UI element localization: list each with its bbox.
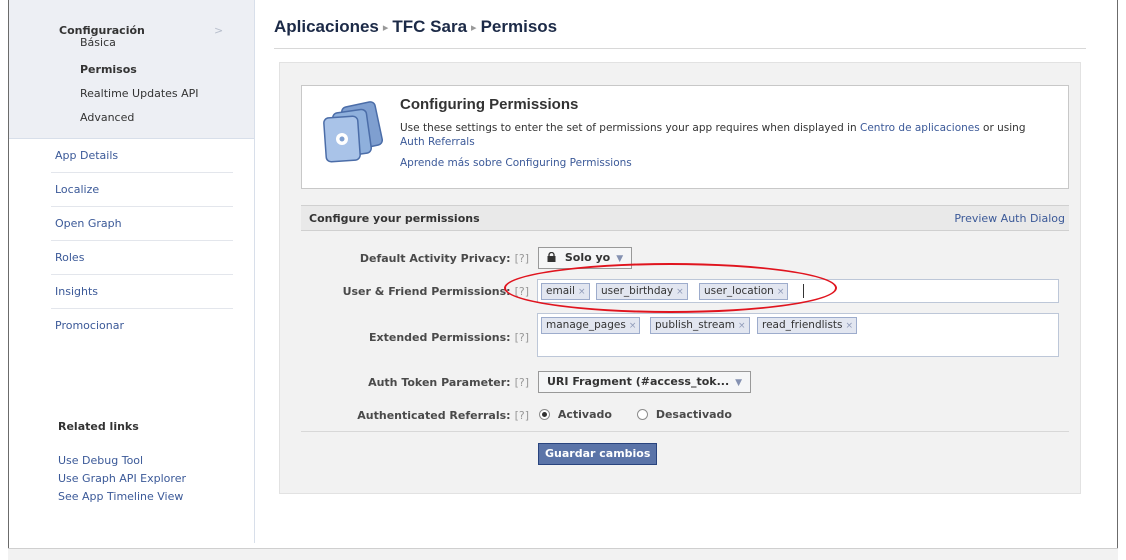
page-title: Permisos [480, 17, 558, 36]
related-links-title: Related links [58, 420, 139, 433]
auth-referrals-label-text: Authenticated Referrals: [357, 409, 511, 422]
remove-icon[interactable]: × [578, 287, 586, 297]
token-label: read_friendlists [762, 319, 843, 331]
token-label: user_location [704, 285, 774, 297]
sidebar-item-roles[interactable]: Roles [51, 241, 233, 275]
permission-token[interactable]: user_location × [699, 283, 789, 300]
extended-permissions-label: Extended Permissions: [?] [369, 331, 529, 344]
breadcrumb-separator-icon: ▸ [471, 22, 477, 34]
radio-desactivado[interactable]: Desactivado [637, 408, 732, 421]
user-friend-label-text: User & Friend Permissions: [342, 285, 511, 298]
related-link-app-timeline[interactable]: See App Timeline View [58, 488, 186, 506]
radio-activado[interactable]: Activado [539, 408, 612, 421]
permissions-panel: Configuring Permissions Use these settin… [279, 62, 1081, 494]
help-icon[interactable]: [?] [515, 409, 529, 422]
sidebar-item-open-graph[interactable]: Open Graph [51, 207, 233, 241]
default-privacy-label: Default Activity Privacy: [?] [360, 252, 529, 265]
auth-token-label: Auth Token Parameter: [?] [368, 376, 529, 389]
related-link-debug-tool[interactable]: Use Debug Tool [58, 452, 186, 470]
help-icon[interactable]: [?] [515, 331, 529, 344]
header-divider [274, 48, 1086, 49]
sidebar-section-settings[interactable]: Configuración > [9, 0, 254, 42]
auth-token-label-text: Auth Token Parameter: [368, 376, 511, 389]
privacy-dropdown[interactable]: Solo yo ▼ [538, 247, 633, 269]
sidebar-item-advanced[interactable]: Advanced [9, 106, 254, 130]
token-label: email [546, 285, 575, 297]
remove-icon[interactable]: × [629, 321, 637, 331]
page-frame: Configuración > Básica Permisos Realtime… [8, 0, 1118, 556]
related-links: Use Debug Tool Use Graph API Explorer Se… [58, 452, 186, 506]
chevron-down-icon: ▼ [616, 254, 624, 264]
sidebar-item-insights[interactable]: Insights [51, 275, 233, 309]
breadcrumb-app-name[interactable]: TFC Sara [392, 17, 467, 36]
chevron-right-icon: > [214, 24, 224, 37]
form-labels: Default Activity Privacy: [?] User & Frie… [301, 63, 529, 493]
sidebar: Configuración > Básica Permisos Realtime… [9, 0, 255, 543]
radio-activado-label: Activado [557, 408, 612, 421]
text-cursor [803, 284, 804, 298]
help-icon[interactable]: [?] [515, 376, 529, 389]
sidebar-item-promocionar[interactable]: Promocionar [51, 309, 233, 343]
intro-text-middle: or using [979, 122, 1026, 134]
permission-token[interactable]: read_friendlists × [757, 317, 858, 334]
remove-icon[interactable]: × [676, 287, 684, 297]
sidebar-nav: App Details Localize Open Graph Roles In… [9, 139, 254, 343]
radio-desactivado-label: Desactivado [655, 408, 732, 421]
link-centro-de-aplicaciones[interactable]: Centro de aplicaciones [860, 122, 980, 134]
token-label: publish_stream [655, 319, 735, 331]
default-privacy-label-text: Default Activity Privacy: [359, 252, 511, 265]
breadcrumb: Aplicaciones ▸ TFC Sara ▸ Permisos [274, 17, 557, 37]
permission-token[interactable]: email × [541, 283, 590, 300]
radio-button[interactable] [637, 409, 648, 420]
help-icon[interactable]: [?] [515, 285, 529, 298]
sidebar-item-permisos[interactable]: Permisos [9, 58, 254, 82]
permission-token[interactable]: user_birthday × [596, 283, 688, 300]
remove-icon[interactable]: × [777, 287, 785, 297]
privacy-dropdown-value: Solo yo [564, 251, 611, 264]
bottom-strip [8, 548, 1118, 560]
auth-token-dropdown-value: URI Fragment (#access_tok... [547, 375, 730, 388]
extended-label-text: Extended Permissions: [369, 331, 511, 344]
breadcrumb-separator-icon: ▸ [382, 22, 389, 34]
form-divider [301, 431, 1069, 432]
sidebar-section-title: Configuración [59, 24, 145, 37]
sidebar-item-app-details[interactable]: App Details [51, 139, 233, 173]
user-friend-permissions-input[interactable]: email × user_birthday × user_location × [537, 279, 1059, 303]
remove-icon[interactable]: × [846, 321, 854, 331]
save-changes-button[interactable]: Guardar cambios [538, 443, 658, 465]
sidebar-settings-group: Configuración > Básica Permisos Realtime… [9, 0, 254, 139]
token-label: user_birthday [601, 285, 674, 297]
auth-referrals-label: Authenticated Referrals: [?] [357, 409, 529, 422]
preview-auth-dialog-link[interactable]: Preview Auth Dialog [954, 212, 1065, 225]
breadcrumb-aplicaciones[interactable]: Aplicaciones [274, 17, 379, 36]
sidebar-item-realtime-updates[interactable]: Realtime Updates API [9, 82, 254, 106]
related-link-graph-api-explorer[interactable]: Use Graph API Explorer [58, 470, 186, 488]
lock-icon [547, 251, 565, 264]
remove-icon[interactable]: × [738, 321, 746, 331]
permission-token[interactable]: manage_pages × [541, 317, 641, 334]
permission-token[interactable]: publish_stream × [650, 317, 750, 334]
token-label: manage_pages [546, 319, 626, 331]
help-icon[interactable]: [?] [515, 252, 529, 265]
chevron-down-icon: ▼ [735, 378, 743, 388]
user-friend-label: User & Friend Permissions: [?] [343, 285, 529, 298]
sidebar-item-localize[interactable]: Localize [51, 173, 233, 207]
auth-token-dropdown[interactable]: URI Fragment (#access_tok... ▼ [538, 371, 752, 393]
radio-button-selected[interactable] [539, 409, 550, 420]
extended-permissions-input[interactable]: manage_pages × publish_stream × read_frien… [537, 313, 1059, 357]
